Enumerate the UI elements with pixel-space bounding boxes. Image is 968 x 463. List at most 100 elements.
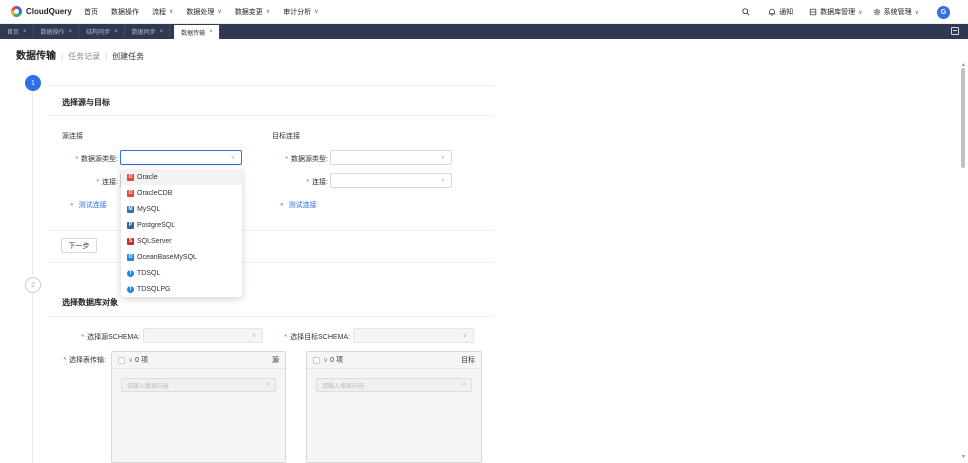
label-text: 选择目标SCHEMA: [290,334,350,341]
close-icon[interactable]: × [160,29,164,35]
tab-home[interactable]: 首页 × [0,24,34,39]
nav-item-data-processing[interactable]: 数据处理 ∨ [186,0,221,24]
nav-item-data-change[interactable]: 数据变更 ∨ [235,0,270,24]
step-connector [32,90,33,275]
label-text: 数据源类型: [291,156,328,163]
search-button[interactable] [742,8,750,16]
chevron-down-icon[interactable]: ∨ [323,356,328,364]
chevron-down-icon: ∨ [217,9,222,15]
dropdown-option-tdsqlpg[interactable]: T TDSQLPG [121,281,242,297]
chevron-down-icon[interactable]: ∨ [128,356,133,364]
tab-menu-icon[interactable] [951,27,959,35]
item-count: 0 项 [135,357,148,364]
bullet-icon: ● [280,202,284,208]
target-connection-heading: 目标连接 [272,133,300,140]
sys-manage-label: 系统管理 [883,9,912,16]
search-input[interactable]: 请输入搜索内容 ⌕ [316,378,472,392]
transfer-tag: 源 [272,357,279,364]
tab-label: 结构同步 [86,30,111,36]
avatar[interactable]: G [937,5,950,19]
mysql-icon: M [127,205,134,213]
option-label: MySQL [137,205,161,213]
target-schema-select[interactable]: ∨ [353,328,474,343]
search-icon [742,8,750,16]
link-text: 测试连接 [288,202,317,209]
label-text: 数据源类型: [81,156,118,163]
step-2-indicator: 2 [25,277,41,293]
close-icon[interactable]: × [209,29,213,35]
breadcrumb-separator: | [61,52,64,61]
nav-item-flow[interactable]: 流程 ∨ [152,0,173,24]
label-text: 选择表传输: [69,357,106,364]
notify-label: 通知 [779,9,794,16]
search-placeholder: 请输入搜索内容 [322,383,365,390]
label-text: 连接: [312,179,328,186]
nav-item-label: 首页 [84,8,98,16]
source-schema-select[interactable]: ∨ [143,328,263,343]
search-input[interactable]: 请输入搜索内容 ⌕ [121,378,276,392]
nav-item-audit[interactable]: 审计分析 ∨ [283,0,318,24]
bullet-icon: ● [70,202,74,208]
chevron-down-icon: ∨ [230,155,235,161]
tab-bar: 首页 × 数据操作 × 结构同步 × 数据同步 × 数据传输 × [0,24,968,39]
tab-data-sync[interactable]: 数据同步 × [125,24,171,39]
logo-text: CloudQuery [26,7,72,16]
select-all-checkbox[interactable] [118,356,125,364]
db-manage-menu[interactable]: 数据库管理 ∨ [809,7,863,17]
nav-item-home[interactable]: 首页 [84,0,98,24]
chevron-down-icon: ∨ [858,9,863,16]
dropdown-option-oceanbasemysql[interactable]: O OceanBaseMySQL [121,249,242,265]
cloudquery-logo-icon [11,6,22,17]
dropdown-option-postgresql[interactable]: P PostgreSQL [121,217,242,233]
section1-title: 选择源与目标 [62,98,110,107]
tdsqlpg-icon: T [127,285,134,293]
section-divider [48,230,494,231]
option-label: OracleCDB [137,189,173,197]
breadcrumb-task-record[interactable]: 任务记录 [68,51,100,62]
page-scrollbar[interactable] [961,68,965,168]
close-icon[interactable]: × [114,29,118,35]
nav-right: 通知 数据库管理 ∨ 系统管理 ∨ G [730,0,950,24]
target-test-connection-link[interactable]: ● 测试连接 [280,200,317,210]
transfer-tag: 目标 [461,357,475,364]
tab-structure-sync[interactable]: 结构同步 × [79,24,125,39]
source-test-connection-link[interactable]: ● 测试连接 [70,200,107,210]
dropdown-option-sqlserver[interactable]: S SQLServer [121,233,242,249]
target-transfer-list: ∨ 0 项 目标 请输入搜索内容 ⌕ [306,351,482,463]
next-step-button[interactable]: 下一步 [61,238,97,253]
nav-menu: 首页 数据操作 流程 ∨ 数据处理 ∨ 数据变更 ∨ 审计分析 ∨ [84,0,332,24]
section-divider [48,262,494,263]
tdsql-icon: T [127,269,134,277]
dropdown-option-mysql[interactable]: M MySQL [121,201,242,217]
notify-button[interactable]: 通知 [768,7,793,17]
nav-item-data-operation[interactable]: 数据操作 [111,0,139,24]
bell-icon [768,8,776,16]
close-icon[interactable]: × [23,29,27,35]
section2-title: 选择数据库对象 [62,298,118,307]
search-icon: ⌕ [462,381,466,388]
close-icon[interactable]: × [69,29,73,35]
sys-manage-menu[interactable]: 系统管理 ∨ [873,7,919,17]
logo[interactable]: CloudQuery [11,6,81,17]
link-text: 测试连接 [78,202,107,209]
target-connection-select[interactable]: ∨ [330,173,452,188]
table-transfer-label: * 选择表传输: [63,357,106,364]
dropdown-option-oracle[interactable]: O Oracle [121,169,242,185]
tab-data-operation[interactable]: 数据操作 × [34,24,80,39]
select-all-checkbox[interactable] [313,356,320,364]
dropdown-option-oraclecdb[interactable]: O OracleCDB [121,185,242,201]
tab-data-transfer[interactable]: 数据传输 × [174,25,220,39]
dropdown-option-tdsql[interactable]: T TDSQL [121,265,242,281]
database-icon [809,8,817,16]
scroll-down-arrow[interactable]: ▼ [961,454,966,460]
source-type-label: * 数据源类型: [75,156,118,163]
chevron-down-icon: ∨ [169,9,174,15]
top-navbar: CloudQuery 首页 数据操作 流程 ∨ 数据处理 ∨ 数据变更 ∨ 审计分析 ∨… [0,0,968,24]
target-type-select[interactable]: ∨ [330,150,452,165]
nav-item-label: 数据处理 [186,8,215,16]
tab-label: 数据操作 [40,30,65,36]
transfer-header: ∨ 0 项 源 [112,352,285,369]
step-1-indicator: 1 [25,75,41,91]
section-divider [48,316,494,317]
source-type-select[interactable]: ∨ [120,150,242,165]
